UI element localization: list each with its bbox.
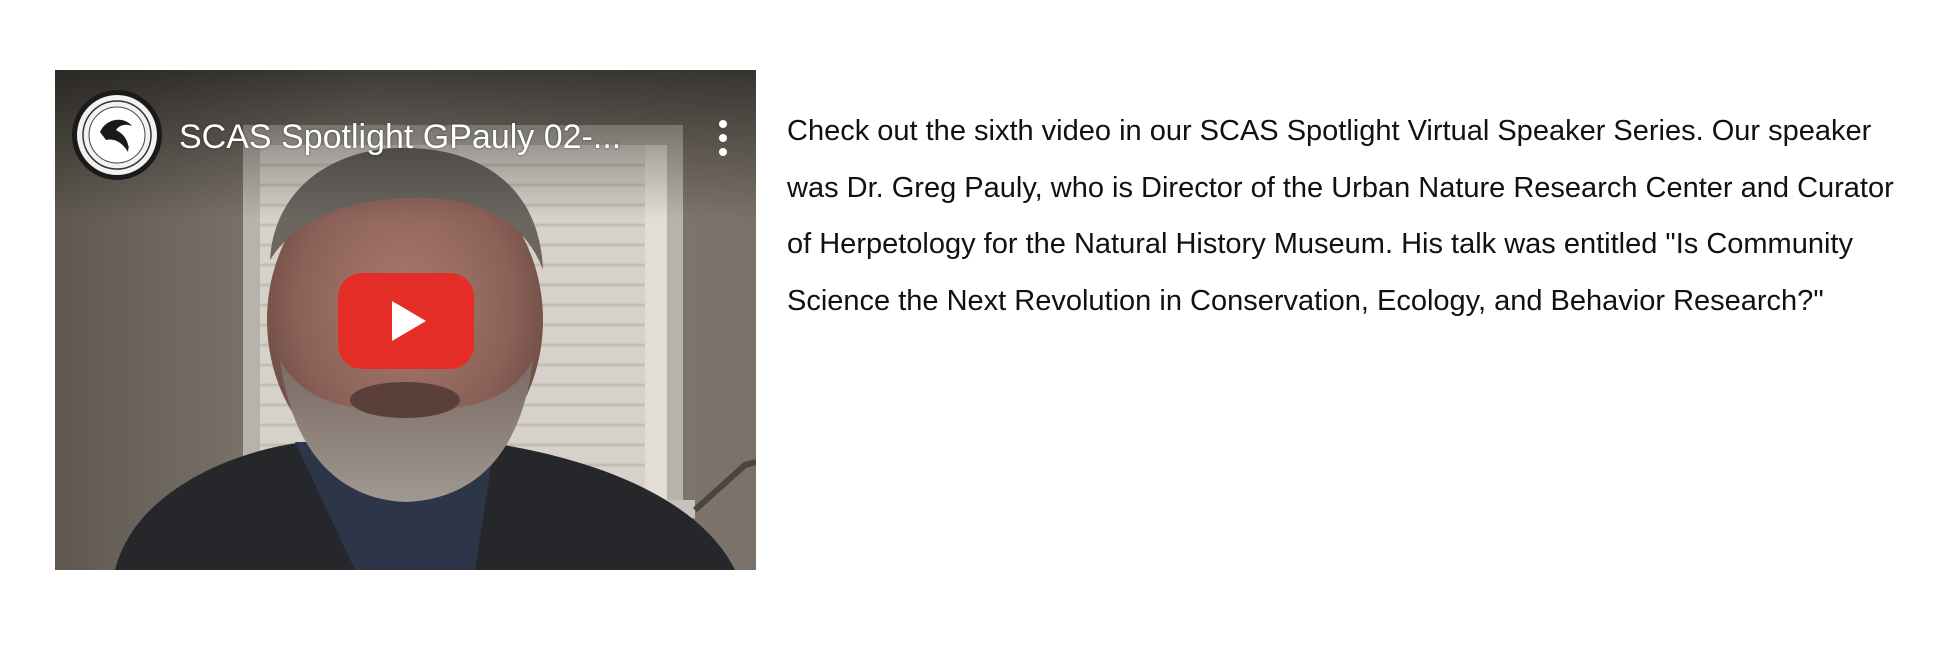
channel-avatar[interactable] — [72, 90, 162, 180]
menu-dot — [719, 120, 727, 128]
youtube-video-embed[interactable]: SCAS Spotlight GPauly 02-... — [55, 70, 756, 570]
more-vertical-icon[interactable] — [711, 114, 735, 162]
youtube-play-icon[interactable] — [338, 273, 474, 369]
video-title[interactable]: SCAS Spotlight GPauly 02-... — [179, 113, 679, 161]
menu-dot — [719, 148, 727, 156]
video-description: Check out the sixth video in our SCAS Sp… — [787, 115, 1894, 317]
menu-dot — [719, 134, 727, 142]
scas-logo-icon — [77, 95, 157, 175]
